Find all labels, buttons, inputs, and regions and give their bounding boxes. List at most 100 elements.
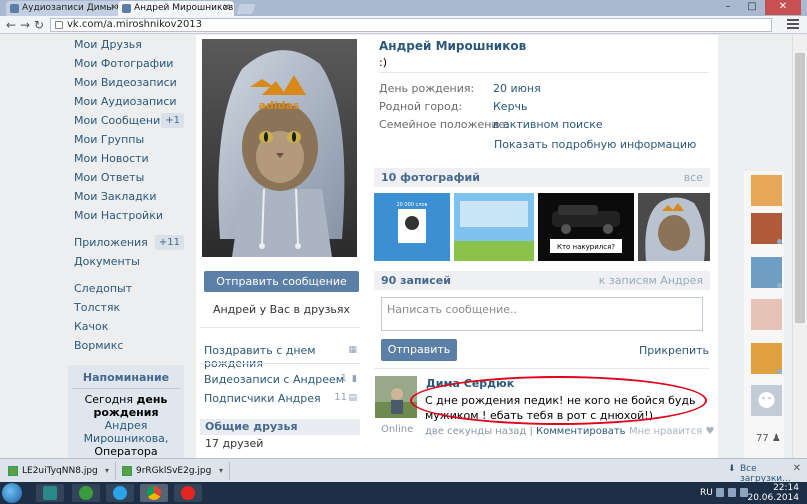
friend-thumb[interactable] [751, 175, 782, 206]
info-row-relationship: Семейное положение: в активном поиске [379, 116, 709, 134]
menu-item-game-wormix[interactable]: Вормикс [68, 336, 188, 355]
comment-link[interactable]: Комментировать [536, 426, 626, 437]
common-friends-header[interactable]: Общие друзья [200, 419, 360, 435]
tab-audio[interactable]: Аудиозаписи Димы С ✕ [6, 1, 122, 16]
forward-icon[interactable]: → [20, 17, 30, 33]
minimize-button[interactable]: – [717, 0, 739, 15]
reload-icon[interactable]: ↻ [34, 17, 44, 33]
media-player-icon [79, 486, 93, 500]
tab-profile[interactable]: Андрей Мирошников ✕ [118, 1, 234, 16]
show-more-info-link[interactable]: Показать подробную информацию [494, 138, 696, 151]
start-button[interactable] [2, 483, 22, 503]
reminder-title: Напоминание [72, 371, 180, 389]
back-icon[interactable]: ← [6, 17, 16, 33]
new-tab-button[interactable] [236, 4, 256, 14]
taskbar: RU 22:14 20.06.2014 [0, 482, 807, 504]
menu-item-videos[interactable]: Мои Видеозаписи [68, 73, 188, 92]
menu-item-game-kachok[interactable]: Качок [68, 317, 188, 336]
menu-item-messages[interactable]: Мои Сообщения +1 [68, 111, 188, 130]
wall-header[interactable]: 90 записей к записям Андрея [374, 271, 710, 290]
menu-item-audio[interactable]: Мои Аудиозаписи [68, 92, 188, 111]
vk-favicon-icon [122, 4, 131, 13]
vk-logo-thumb[interactable] [751, 385, 782, 416]
wall-compose-input[interactable]: Написать сообщение.. [381, 297, 703, 331]
divider [200, 363, 360, 364]
birthday-link[interactable]: 20 июня [493, 80, 541, 98]
download-item[interactable]: 9rRGklSvE2g.jpg ▾ [118, 462, 230, 480]
close-tab-icon[interactable]: ✕ [110, 1, 118, 16]
page-icon [55, 21, 63, 29]
vk-favicon-icon [10, 4, 19, 13]
menu-item-bookmarks[interactable]: Мои Закладки [68, 187, 188, 206]
reminder-text: Сегодня день рождения Андрея Мирошникова… [83, 393, 169, 458]
menu-item-game-sledopyt[interactable]: Следопыт [68, 279, 188, 298]
subscribers-link[interactable]: Подписчики Андрея 11 ▤ [204, 392, 359, 405]
explorer-icon [43, 486, 57, 500]
close-downloads-icon[interactable]: ✕ [793, 463, 801, 474]
image-file-icon [8, 466, 18, 476]
browser-menu-icon[interactable] [787, 19, 799, 29]
like-button[interactable]: Мне нравится ♥ [629, 426, 714, 437]
congratulate-link[interactable]: Поздравить с днем рождения ▦ [204, 344, 359, 370]
divider [200, 327, 360, 328]
to-posts-link[interactable]: к записям Андрея [599, 271, 703, 290]
photo-thumb[interactable]: 20 000 слов [374, 193, 450, 261]
close-window-button[interactable]: ✕ [765, 0, 801, 15]
menu-item-documents[interactable]: Документы [68, 252, 188, 271]
photo-thumb[interactable]: Кто накурился? [538, 193, 634, 261]
close-tab-icon[interactable]: ✕ [222, 1, 230, 16]
send-message-button[interactable]: Отправить сообщение [204, 271, 359, 292]
menu-item-game-tolstyak[interactable]: Толстяк [68, 298, 188, 317]
taskbar-app-explorer[interactable] [36, 484, 64, 502]
photos-strip: 20 000 слов Кто накурился? [374, 193, 710, 261]
menu-item-friends[interactable]: Мои Друзья [68, 35, 188, 54]
clock[interactable]: 22:14 20.06.2014 [747, 483, 799, 503]
post-time[interactable]: две секунды назад [425, 426, 526, 437]
keyboard-language[interactable]: RU [700, 488, 713, 498]
friend-thumb[interactable] [751, 299, 782, 330]
videos-with-link[interactable]: Видеозаписи с Андреем 1 ▮ [204, 373, 359, 386]
skype-icon [113, 486, 127, 500]
page-content: Мои Друзья Мои Фотографии Мои Видеозапис… [0, 35, 807, 458]
profile-avatar[interactable]: adidas [202, 39, 357, 257]
profile-info: День рождения: 20 июня Родной город: Керчь… [379, 80, 709, 134]
chevron-down-icon[interactable]: ▾ [219, 462, 223, 480]
profile-status[interactable]: :) [379, 56, 387, 69]
menu-item-settings[interactable]: Мои Настройки [68, 206, 188, 225]
download-item[interactable]: LE2uiTyqNN8.jpg ▾ [4, 462, 116, 480]
profile-name: Андрей Мирошников [379, 39, 527, 53]
photo-caption: 20 000 слов [396, 202, 427, 208]
photo-thumb[interactable] [638, 193, 710, 261]
hometown-link[interactable]: Керчь [493, 98, 528, 116]
chevron-down-icon[interactable]: ▾ [105, 462, 109, 480]
relationship-link[interactable]: в активном поиске [493, 116, 603, 134]
menu-item-apps[interactable]: Приложения +11 [68, 233, 188, 252]
url-input[interactable]: vk.com/a.miroshnikov2013 [50, 18, 772, 32]
taskbar-app-chrome[interactable] [140, 484, 168, 502]
taskbar-app-skype[interactable] [106, 484, 134, 502]
taskbar-app-yandex[interactable] [174, 484, 202, 502]
menu-item-news[interactable]: Мои Новости [68, 149, 188, 168]
photo-thumb[interactable] [454, 193, 534, 261]
scrollbar-thumb[interactable] [795, 53, 805, 323]
menu-item-answers[interactable]: Мои Ответы [68, 168, 188, 187]
maximize-button[interactable]: □ [741, 0, 763, 15]
window-controls: – □ ✕ [717, 0, 801, 15]
birthday-reminder: Напоминание Сегодня день рождения Андрея… [68, 365, 184, 458]
photos-all-link[interactable]: все [684, 168, 703, 187]
yandex-icon [181, 486, 195, 500]
wall-send-button[interactable]: Отправить [381, 339, 457, 361]
menu-item-photos[interactable]: Мои Фотографии [68, 54, 188, 73]
left-menu: Мои Друзья Мои Фотографии Мои Видеозапис… [68, 35, 188, 458]
online-dot-icon [777, 369, 782, 374]
taskbar-app-media[interactable] [72, 484, 100, 502]
menu-item-groups[interactable]: Мои Группы [68, 130, 188, 149]
photos-header[interactable]: 10 фотографий все [374, 168, 710, 187]
reminder-link[interactable]: Андрея Мирошникова, [84, 419, 169, 445]
image-file-icon [122, 466, 132, 476]
scrollbar[interactable] [792, 35, 807, 458]
flag-icon [716, 488, 724, 497]
info-row-hometown: Родной город: Керчь [379, 98, 709, 116]
attach-link[interactable]: Прикрепить [639, 344, 709, 357]
tab-title: Андрей Мирошников [134, 3, 234, 13]
